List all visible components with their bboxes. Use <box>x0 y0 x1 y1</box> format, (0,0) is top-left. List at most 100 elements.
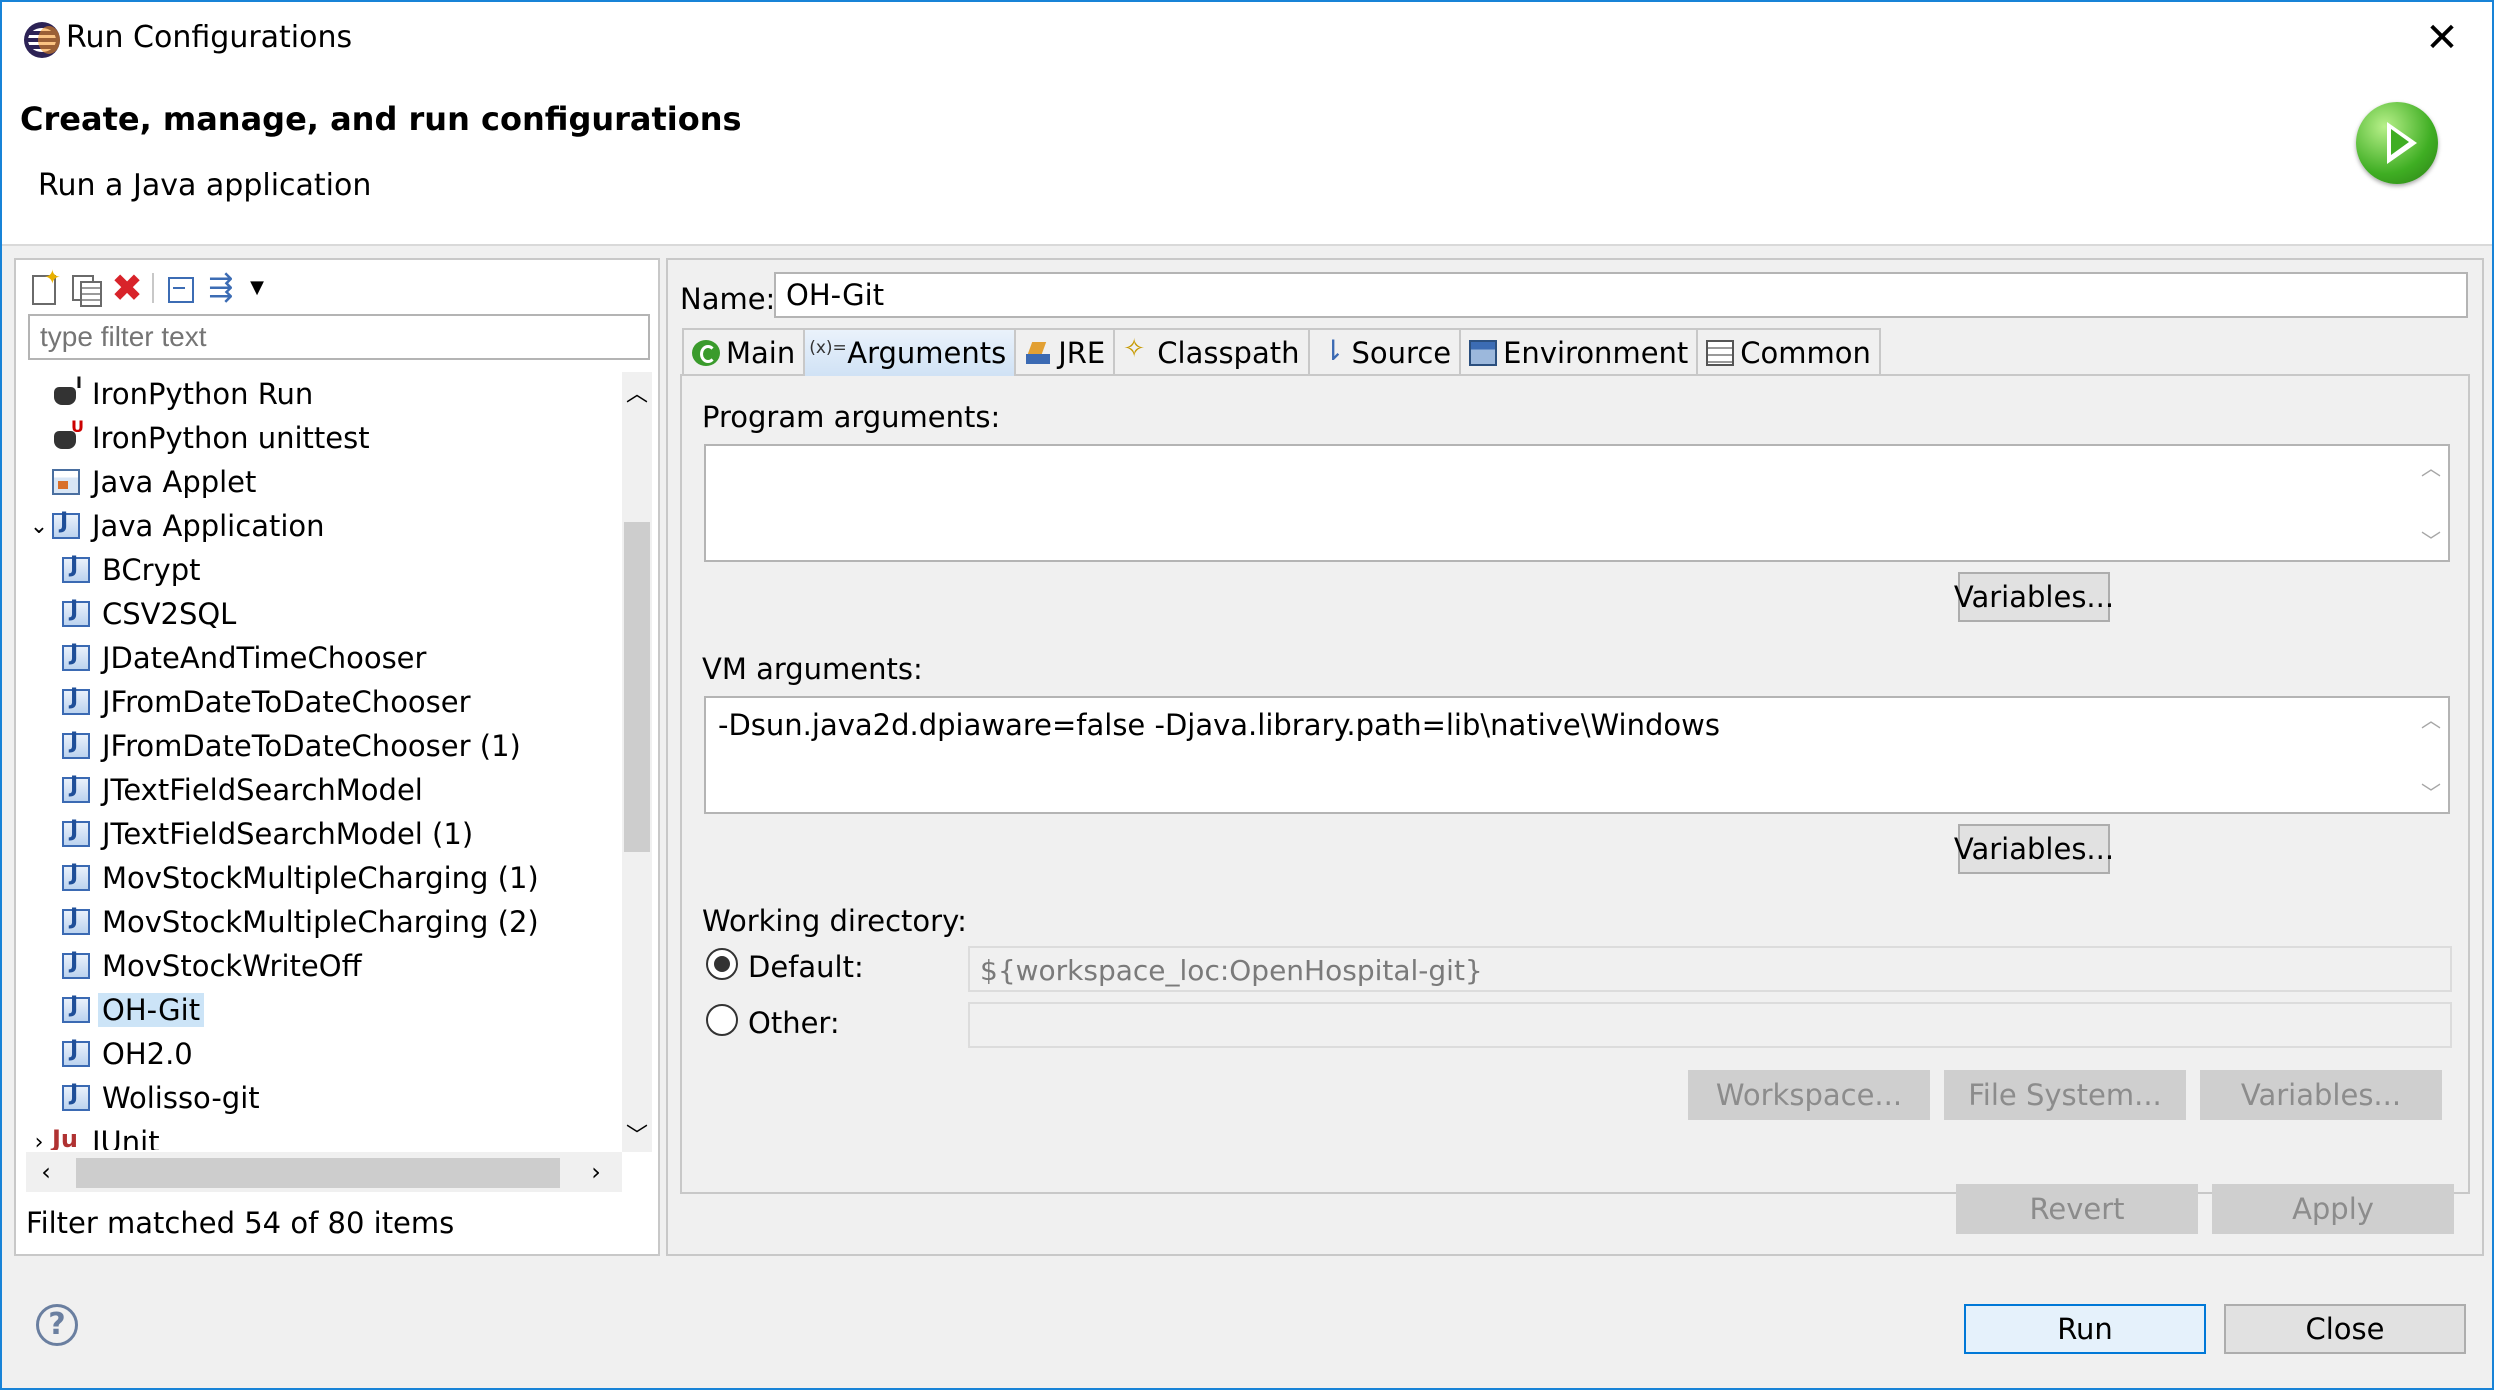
tree-item-label: IronPython Run <box>92 377 314 411</box>
tree-item-bcrypt[interactable]: BCrypt <box>62 548 205 592</box>
filter-configurations-icon[interactable]: ⇶ <box>204 271 238 305</box>
tree-item-label: OH2.0 <box>102 1037 193 1071</box>
filter-input[interactable] <box>28 314 650 360</box>
tree-item-jdateandtimechooser[interactable]: JDateAndTimeChooser <box>62 636 430 680</box>
tree-item-oh2-0[interactable]: OH2.0 <box>62 1032 197 1076</box>
workspace-button[interactable]: Workspace... <box>1688 1070 1930 1120</box>
tree-item-csv2sql[interactable]: CSV2SQL <box>62 592 240 636</box>
program-variables-button[interactable]: Variables... <box>1954 572 2114 622</box>
jre-tab-icon <box>1024 340 1052 366</box>
java-application-icon <box>52 509 80 539</box>
tree-vertical-scrollbar[interactable]: ︿ ﹀ <box>622 372 652 1152</box>
collapse-all-icon[interactable] <box>162 271 196 305</box>
other-radio[interactable] <box>706 1004 738 1036</box>
tree-item-label: JUnit <box>92 1125 160 1150</box>
environment-tab-icon <box>1469 340 1498 366</box>
junit-icon <box>52 1125 80 1150</box>
name-label: Name: <box>680 282 776 316</box>
tree-item-label: JFromDateToDateChooser (1) <box>102 729 521 763</box>
tree-item-ironpython-run[interactable]: IronPython Run <box>26 372 317 416</box>
tree-item-movstockwriteoff[interactable]: MovStockWriteOff <box>62 944 366 988</box>
tree-item-java-application[interactable]: ⌄ Java Application <box>26 504 329 548</box>
tree-item-label: BCrypt <box>102 553 201 587</box>
java-file-icon <box>62 949 90 979</box>
tree-item-ironpython-unittest[interactable]: IronPython unittest <box>26 416 374 460</box>
textarea-scrollbar[interactable]: ︿ ﹀ <box>2418 452 2444 554</box>
textarea-scrollbar[interactable]: ︿ ﹀ <box>2418 704 2444 806</box>
scroll-left-icon[interactable]: ‹ <box>28 1152 64 1192</box>
scroll-up-icon[interactable]: ︿ <box>2418 704 2444 733</box>
java-file-icon <box>62 685 90 715</box>
run-button[interactable]: Run <box>1964 1304 2206 1354</box>
tree-item-jfromdatetodatechooser[interactable]: JFromDateToDateChooser <box>62 680 475 724</box>
default-radio[interactable] <box>706 948 738 980</box>
default-radio-label: Default: <box>748 950 864 984</box>
scroll-up-icon[interactable]: ︿ <box>622 380 652 410</box>
java-file-icon <box>62 993 90 1023</box>
chevron-down-icon[interactable]: ⌄ <box>26 514 52 539</box>
java-file-icon <box>62 817 90 847</box>
java-file-icon <box>62 773 90 803</box>
help-icon[interactable]: ? <box>36 1304 78 1346</box>
eclipse-icon <box>24 22 60 58</box>
tree-horizontal-scrollbar[interactable]: ‹ › <box>26 1152 622 1192</box>
tree-item-movstockmultiplecharging-2[interactable]: MovStockMultipleCharging (2) <box>62 900 543 944</box>
other-directory-field[interactable] <box>968 1002 2452 1048</box>
tree-item-oh-git[interactable]: OH-Git <box>62 988 205 1032</box>
tree-item-label: IronPython unittest <box>92 421 370 455</box>
directory-variables-button[interactable]: Variables... <box>2200 1070 2442 1120</box>
name-input[interactable]: OH-Git <box>774 272 2468 318</box>
tree-item-jtextfieldsearchmodel-1[interactable]: JTextFieldSearchModel (1) <box>62 812 477 856</box>
tab-jre[interactable]: JRE <box>1014 328 1116 376</box>
scroll-right-icon[interactable]: › <box>578 1152 614 1192</box>
title-bar: Run Configurations ✕ <box>2 2 2492 76</box>
new-configuration-icon[interactable] <box>26 265 61 305</box>
configurations-toolbar: ✖ ⇶ ▼ <box>26 265 268 310</box>
chevron-right-icon[interactable]: › <box>26 1130 52 1151</box>
tab-classpath[interactable]: Classpath <box>1113 328 1310 376</box>
vm-variables-button[interactable]: Variables... <box>1954 824 2114 874</box>
java-file-icon <box>62 641 90 671</box>
tree-item-jtextfieldsearchmodel[interactable]: JTextFieldSearchModel <box>62 768 427 812</box>
default-directory-field: ${workspace_loc:OpenHospital-git} <box>968 946 2452 992</box>
filter-status: Filter matched 54 of 80 items <box>26 1206 455 1240</box>
scrollbar-thumb[interactable] <box>76 1158 560 1188</box>
tree-item-java-applet[interactable]: Java Applet <box>26 460 260 504</box>
tab-source[interactable]: Source <box>1307 328 1462 376</box>
close-button[interactable]: Close <box>2224 1304 2466 1354</box>
java-file-icon <box>62 553 90 583</box>
common-tab-icon <box>1706 340 1735 366</box>
run-banner-icon <box>2356 102 2438 184</box>
source-tab-icon <box>1318 334 1346 367</box>
tab-main[interactable]: Main <box>682 328 806 376</box>
tree-item-label: MovStockMultipleCharging (2) <box>102 905 539 939</box>
delete-configuration-icon[interactable]: ✖ <box>110 269 144 307</box>
scroll-down-icon[interactable]: ﹀ <box>2418 525 2444 554</box>
java-file-icon <box>62 861 90 891</box>
tree-item-movstockmultiplecharging-1[interactable]: MovStockMultipleCharging (1) <box>62 856 543 900</box>
view-menu-chevron-icon[interactable]: ▼ <box>246 271 268 305</box>
tab-environment[interactable]: Environment <box>1459 328 1699 376</box>
tree-item-jfromdatetodatechooser-1[interactable]: JFromDateToDateChooser (1) <box>62 724 525 768</box>
tab-common[interactable]: Common <box>1696 328 1881 376</box>
program-arguments-input[interactable]: ︿ ﹀ <box>704 444 2450 562</box>
apply-button[interactable]: Apply <box>2212 1184 2454 1234</box>
file-system-button[interactable]: File System... <box>1944 1070 2186 1120</box>
tree-item-label: JTextFieldSearchModel (1) <box>102 817 474 851</box>
scroll-up-icon[interactable]: ︿ <box>2418 452 2444 481</box>
scroll-down-icon[interactable]: ﹀ <box>2418 777 2444 806</box>
tab-arguments[interactable]: Arguments <box>803 328 1017 376</box>
revert-button[interactable]: Revert <box>1956 1184 2198 1234</box>
scrollbar-thumb[interactable] <box>624 522 650 852</box>
header-subtitle: Run a Java application <box>38 168 372 203</box>
close-window-button[interactable]: ✕ <box>2416 12 2468 64</box>
config-tabs: Main Arguments JRE Classpath Source Envi… <box>682 328 1881 376</box>
working-directory-label: Working directory: <box>702 904 967 938</box>
program-arguments-label: Program arguments: <box>702 400 1001 434</box>
duplicate-configuration-icon[interactable] <box>68 271 102 307</box>
vm-arguments-input[interactable]: -Dsun.java2d.dpiaware=false -Djava.libra… <box>704 696 2450 814</box>
scroll-down-icon[interactable]: ﹀ <box>622 1122 652 1152</box>
tree-item-junit[interactable]: › JUnit <box>26 1120 164 1150</box>
vm-arguments-label: VM arguments: <box>702 652 923 686</box>
tree-item-wolisso-git[interactable]: Wolisso-git <box>62 1076 264 1120</box>
